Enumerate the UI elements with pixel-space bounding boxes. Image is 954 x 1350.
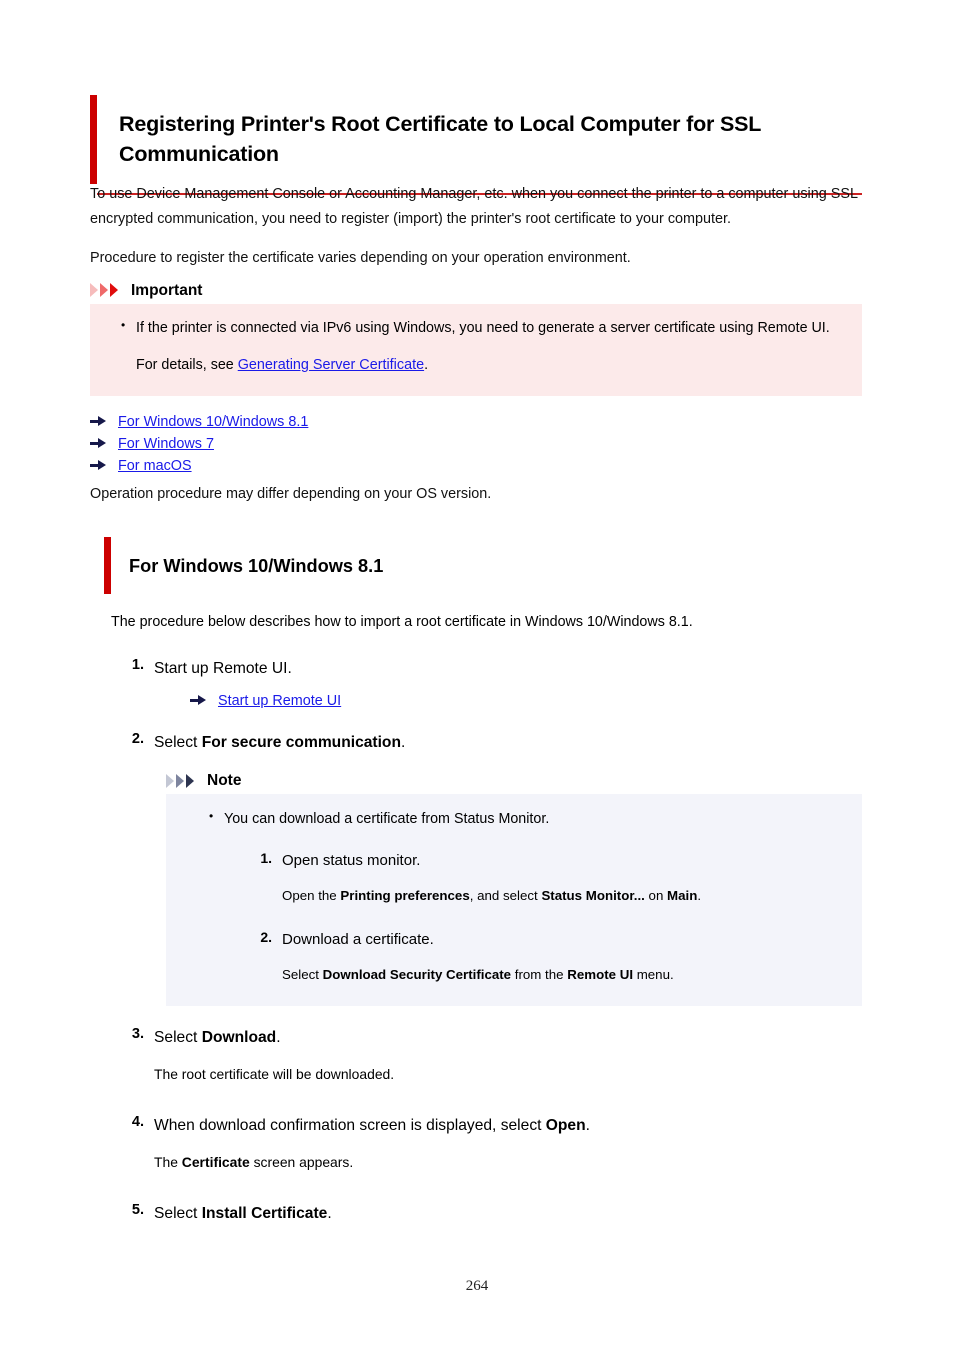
substep-detail: Select Download Security Certificate fro… bbox=[282, 964, 862, 987]
important-detail-suffix: . bbox=[424, 356, 429, 373]
substep-number: 2. bbox=[260, 929, 272, 946]
step-text-bold: Download bbox=[201, 1029, 277, 1047]
step-text: When download confirmation screen is dis… bbox=[154, 1114, 862, 1137]
substep-number: 1. bbox=[260, 850, 272, 867]
step-detail-prefix: The bbox=[154, 1153, 182, 1170]
step-text-prefix: Select bbox=[154, 733, 202, 751]
page-title-block: Registering Printer's Root Certificate t… bbox=[90, 95, 862, 196]
step-detail: The root certificate will be downloaded. bbox=[154, 1065, 395, 1082]
step-text-bold: Install Certificate bbox=[201, 1205, 328, 1223]
link-generating-server-certificate[interactable]: Generating Server Certificate bbox=[238, 357, 424, 373]
page-content: To use Device Management Console or Acco… bbox=[90, 182, 862, 1248]
step-item: 1. Start up Remote UI. Start up Remote U… bbox=[122, 657, 862, 709]
step-link-item[interactable]: Start up Remote UI bbox=[190, 693, 862, 709]
toc-link-item[interactable]: For Windows 10/Windows 8.1 bbox=[90, 414, 862, 430]
step-text-bold: For secure communication bbox=[201, 733, 401, 751]
manual-page: Registering Printer's Root Certificate t… bbox=[0, 0, 954, 1350]
important-callout-header: Important bbox=[90, 282, 862, 300]
substep-item: 1. Open status monitor. Open the Printin… bbox=[254, 850, 862, 907]
step-item: 5. Select Install Certificate. bbox=[122, 1202, 862, 1225]
substep-text: Download a certificate. bbox=[282, 931, 434, 949]
link-for-windows-7[interactable]: For Windows 7 bbox=[118, 436, 214, 452]
substep-detail-d: on bbox=[644, 887, 668, 903]
step-text-prefix: When download confirmation screen is dis… bbox=[154, 1117, 546, 1135]
arrow-right-icon bbox=[90, 438, 107, 449]
step-item: 2. Select For secure communication. Note… bbox=[122, 730, 862, 1007]
toc-link-item[interactable]: For Windows 7 bbox=[90, 436, 862, 452]
arrow-right-icon bbox=[90, 460, 107, 471]
note-callout-box: You can download a certificate from Stat… bbox=[166, 794, 862, 1007]
step-number: 2. bbox=[131, 730, 144, 747]
intro-paragraph-2: Procedure to register the certificate va… bbox=[90, 249, 631, 266]
step-detail-suffix: screen appears. bbox=[249, 1153, 354, 1170]
step-text-prefix: Select bbox=[154, 1029, 202, 1047]
arrow-right-icon bbox=[190, 695, 207, 706]
arrow-right-icon bbox=[90, 416, 107, 427]
toc-link-list: For Windows 10/Windows 8.1 For Windows 7… bbox=[90, 414, 862, 474]
intro-paragraph-1: To use Device Management Console or Acco… bbox=[90, 186, 858, 227]
step-link-list: Start up Remote UI bbox=[190, 693, 862, 709]
substep-detail-c: , and select bbox=[469, 887, 542, 903]
step-number: 3. bbox=[131, 1026, 144, 1043]
substep-detail-bold-1: Printing preferences bbox=[340, 887, 470, 903]
note-label: Note bbox=[207, 772, 242, 790]
step-text-prefix: Select bbox=[154, 1205, 202, 1223]
step-text: Select Download. bbox=[154, 1026, 862, 1049]
section-intro: The procedure below describes how to imp… bbox=[111, 614, 693, 631]
step-text: Select Install Certificate. bbox=[154, 1202, 862, 1225]
toc-link-item[interactable]: For macOS bbox=[90, 458, 862, 474]
important-label: Important bbox=[131, 281, 203, 299]
step-number: 5. bbox=[131, 1202, 144, 1219]
title-accent-bar bbox=[90, 95, 97, 185]
step-detail-bold: Certificate bbox=[181, 1153, 250, 1170]
section-accent-bar bbox=[104, 536, 111, 595]
step-detail: The Certificate screen appears. bbox=[154, 1151, 862, 1175]
note-bullet: You can download a certificate from Stat… bbox=[209, 806, 834, 832]
substep-detail-d: menu. bbox=[633, 966, 674, 982]
substep-detail-bold-2: Status Monitor... bbox=[541, 887, 645, 903]
important-detail-prefix: For details, see bbox=[136, 356, 238, 373]
step-text-suffix: . bbox=[327, 1205, 332, 1223]
section-heading-block: For Windows 10/Windows 8.1 bbox=[104, 536, 862, 595]
step-number: 4. bbox=[131, 1114, 144, 1131]
important-callout-box: If the printer is connected via IPv6 usi… bbox=[90, 303, 862, 396]
substep-detail-bold-2: Remote UI bbox=[567, 966, 634, 982]
link-for-windows-10-8[interactable]: For Windows 10/Windows 8.1 bbox=[118, 414, 308, 430]
note-substep-list: 1. Open status monitor. Open the Printin… bbox=[166, 850, 862, 986]
step-text-bold: Open bbox=[545, 1117, 586, 1135]
substep-detail: Open the Printing preferences, and selec… bbox=[282, 885, 862, 908]
link-for-macos[interactable]: For macOS bbox=[118, 458, 192, 474]
substep-text: Open status monitor. bbox=[282, 852, 421, 870]
substep-detail-a: Open the bbox=[282, 887, 341, 903]
important-detail: For details, see Generating Server Certi… bbox=[136, 353, 834, 378]
step-text-suffix: . bbox=[585, 1117, 590, 1135]
substep-detail-bold-3: Main bbox=[667, 887, 698, 903]
important-bullet-text: If the printer is connected via IPv6 usi… bbox=[136, 319, 830, 336]
chevrons-icon bbox=[166, 773, 200, 789]
important-bullet: If the printer is connected via IPv6 usi… bbox=[121, 315, 834, 378]
chevrons-icon bbox=[90, 283, 124, 298]
section-heading: For Windows 10/Windows 8.1 bbox=[129, 555, 384, 576]
step-number: 1. bbox=[131, 656, 144, 673]
step-text-suffix: . bbox=[401, 733, 406, 751]
step-text: Select For secure communication. bbox=[154, 731, 862, 754]
substep-detail-bold-1: Download Security Certificate bbox=[322, 966, 512, 982]
step-text: Start up Remote UI. bbox=[154, 659, 292, 677]
page-title: Registering Printer's Root Certificate t… bbox=[119, 112, 761, 167]
os-version-note: Operation procedure may differ depending… bbox=[90, 485, 492, 502]
substep-detail-e: . bbox=[697, 887, 702, 903]
procedure-step-list: 1. Start up Remote UI. Start up Remote U… bbox=[90, 657, 862, 1226]
step-item: 4. When download confirmation screen is … bbox=[122, 1114, 862, 1174]
page-number: 264 bbox=[465, 1278, 489, 1294]
substep-detail-a: Select bbox=[282, 966, 323, 982]
step-item: 3. Select Download. The root certificate… bbox=[122, 1026, 862, 1086]
substep-detail-c: from the bbox=[511, 966, 568, 982]
substep-item: 2. Download a certificate. Select Downlo… bbox=[254, 929, 862, 986]
link-start-up-remote-ui[interactable]: Start up Remote UI bbox=[218, 693, 341, 709]
note-callout-header: Note bbox=[166, 772, 862, 790]
step-text-suffix: . bbox=[276, 1029, 281, 1047]
